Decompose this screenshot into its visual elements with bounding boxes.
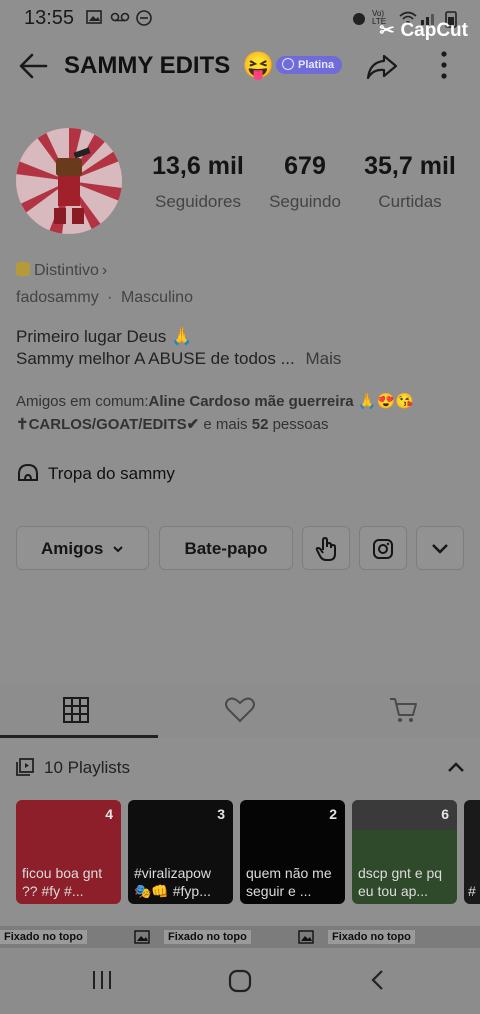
recents-icon xyxy=(93,971,111,989)
capcut-watermark: ✂ CapCut xyxy=(379,20,468,42)
chat-button-label: Bate-papo xyxy=(184,539,268,558)
mutual-more-prefix: e mais xyxy=(203,416,248,433)
home-button[interactable] xyxy=(227,968,253,999)
bio-text: Sammy melhor A ABUSE de todos ... xyxy=(16,349,295,368)
playlist-video-count: 3 xyxy=(217,806,225,822)
separator: · xyxy=(107,289,113,306)
badge-icon xyxy=(16,262,30,276)
badge-link[interactable]: Distintivo › xyxy=(16,262,107,280)
chevron-right-icon: › xyxy=(101,262,108,279)
playlist-title: dscp gnt e pq eu tou ap... xyxy=(358,865,443,899)
system-back-button[interactable] xyxy=(368,968,388,997)
status-time: 13:55 xyxy=(24,7,75,29)
more-options-button[interactable] xyxy=(430,46,458,91)
chevron-down-icon xyxy=(432,544,448,554)
tier-badge-label: Platina xyxy=(298,59,335,71)
playlist-video-count: 2 xyxy=(329,806,337,822)
page-title: SAMMY EDITS xyxy=(64,52,231,79)
home-icon xyxy=(228,969,252,993)
mutual-friend-name: Aline Cardoso mãe guerreira 🙏😍😘 xyxy=(148,393,414,410)
playlist-title: # xyxy=(468,883,476,899)
photo-icon xyxy=(298,930,314,949)
username: fadosammy xyxy=(16,289,99,306)
heart-icon xyxy=(225,697,255,723)
gallery-icon xyxy=(86,10,102,27)
playlist-video-count: 6 xyxy=(441,806,449,822)
grid-icon xyxy=(63,697,89,723)
bio-line-2: Sammy melhor A ABUSE de todos ... Mais xyxy=(16,349,341,369)
more-vertical-icon xyxy=(441,51,447,79)
title-emoji: 😝 xyxy=(242,50,275,80)
mutual-more-count: 52 xyxy=(251,416,269,433)
photo-icon xyxy=(134,930,150,949)
capcut-label: CapCut xyxy=(400,20,468,41)
active-tab-indicator xyxy=(0,735,158,738)
followers-label[interactable]: Seguidores xyxy=(138,192,258,212)
handle-line: fadosammy · Masculino xyxy=(16,289,193,307)
playlist-card[interactable]: 3 #viralizapow 🎭👊 #fyp... xyxy=(128,800,233,904)
dnd-icon xyxy=(136,10,152,29)
capcut-logo-icon: ✂ xyxy=(379,20,395,40)
mutual-prefix: Amigos em comum: xyxy=(16,393,149,410)
playlist-title: quem não me seguir e ... xyxy=(246,865,332,899)
mutual-friends-line-1[interactable]: Amigos em comum:Aline Cardoso mãe guerre… xyxy=(16,392,414,410)
friends-button-label: Amigos xyxy=(40,539,104,558)
playlist-card[interactable]: 4 ficou boa gnt ?? #fy #... xyxy=(16,800,121,904)
mutual-friend-name: ✝CARLOS/GOAT/EDITS✔ xyxy=(16,416,200,433)
group-name: Tropa do sammy xyxy=(48,464,175,483)
instagram-icon xyxy=(373,539,393,559)
likes-label: Curtidas xyxy=(378,192,442,211)
chevron-left-icon xyxy=(371,970,383,990)
group-link[interactable]: Tropa do sammy xyxy=(16,462,175,484)
share-icon xyxy=(366,54,398,80)
chevron-down-icon xyxy=(113,546,123,553)
chevron-up-icon xyxy=(448,762,464,772)
tab-videos[interactable] xyxy=(62,696,92,726)
share-button[interactable] xyxy=(364,48,400,89)
collapse-button[interactable] xyxy=(446,760,466,779)
pinned-label: Fixado no topo xyxy=(164,930,251,944)
cart-icon xyxy=(390,698,417,722)
pinned-label: Fixado no topo xyxy=(0,930,87,944)
mutual-friends-line-2[interactable]: ✝CARLOS/GOAT/EDITS✔ e mais 52 pessoas xyxy=(16,415,328,433)
group-icon xyxy=(18,463,38,481)
gender: Masculino xyxy=(120,289,193,306)
hand-pointer-icon xyxy=(315,537,336,561)
poke-button[interactable] xyxy=(302,526,350,570)
following-label[interactable]: Seguindo xyxy=(250,192,360,212)
likes-count: 35,7 mil xyxy=(364,152,456,180)
mutual-more-suffix: pessoas xyxy=(272,416,329,433)
bio-line-1: Primeiro lugar Deus 🙏 xyxy=(16,327,193,346)
playlist-video-count: 4 xyxy=(105,806,113,822)
instagram-button[interactable] xyxy=(359,526,407,570)
pinned-label: Fixado no topo xyxy=(328,930,415,944)
alarm-icon xyxy=(350,10,368,29)
chat-button[interactable]: Bate-papo xyxy=(159,526,293,570)
playlists-count-label: 10 Playlists xyxy=(44,758,130,777)
following-count[interactable]: 679 xyxy=(250,152,360,181)
badge-label: Distintivo xyxy=(34,262,99,279)
back-button[interactable] xyxy=(16,48,52,84)
playlist-title: ficou boa gnt ?? #fy #... xyxy=(22,865,103,899)
playlist-card[interactable]: 6 dscp gnt e pq eu tou ap... xyxy=(352,800,457,904)
playlist-card[interactable]: 2 quem não me seguir e ... xyxy=(240,800,345,904)
tier-icon xyxy=(282,58,294,70)
playlists-header[interactable]: 10 Playlists xyxy=(16,758,130,778)
followers-count[interactable]: 13,6 mil xyxy=(138,152,258,181)
expand-button[interactable] xyxy=(416,526,464,570)
tier-badge[interactable]: Platina xyxy=(276,56,343,74)
playlist-title: #viralizapow 🎭👊 #fyp... xyxy=(134,865,212,899)
tab-liked[interactable] xyxy=(224,696,255,726)
bio-more-link[interactable]: Mais xyxy=(305,349,341,368)
avatar[interactable] xyxy=(16,128,122,234)
playlist-icon xyxy=(16,758,34,776)
friends-button[interactable]: Amigos xyxy=(16,526,149,570)
recent-apps-button[interactable] xyxy=(90,968,114,997)
voicemail-icon xyxy=(110,10,130,27)
arrow-left-icon xyxy=(19,53,48,79)
tab-shop[interactable] xyxy=(388,696,418,726)
playlist-card[interactable]: # xyxy=(464,800,480,904)
